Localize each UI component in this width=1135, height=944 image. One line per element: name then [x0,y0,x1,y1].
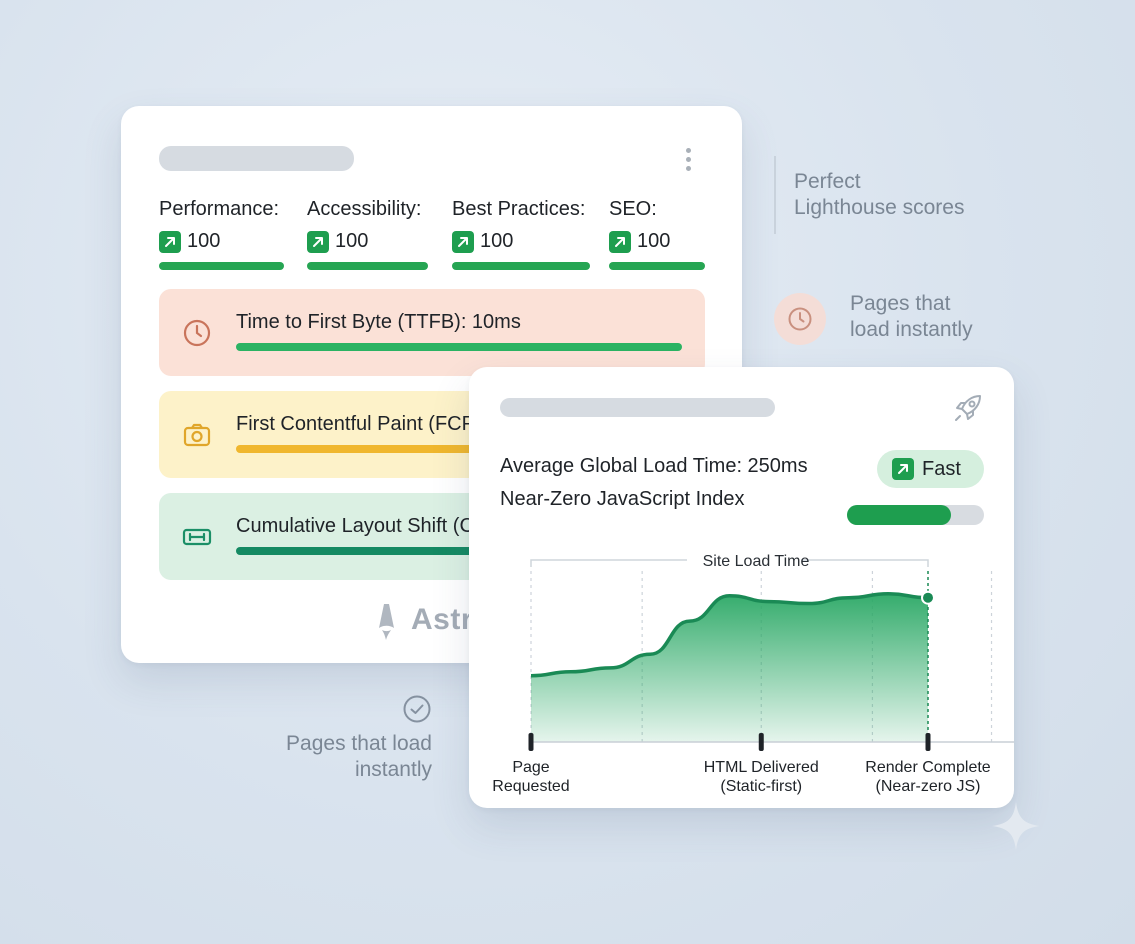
trend-up-icon [159,230,181,253]
js-index: Near-Zero JavaScript Index [500,488,745,510]
site-load-chart: Site Load Time Page Requested HTML Delivere… [492,553,1014,795]
end-point [921,590,935,605]
score-value: 100 [335,230,369,252]
caption-line: Lighthouse scores [794,196,965,219]
score-label: Accessibility: [307,198,422,220]
milestone-tick [528,733,534,751]
instant-caption-right: Pages that load instantly [850,291,973,343]
milestone-label: HTML Delivered [704,759,819,776]
trend-up-icon [307,230,329,253]
milestone-tick [925,733,931,751]
milestone-label: Render Complete [865,759,991,776]
score-bar [159,262,284,270]
sparkle-icon [992,802,1040,850]
score-label: Best Practices: [452,198,586,220]
metric-label: Time to First Byte (TTFB): 10ms [236,311,521,333]
trend-up-icon [609,230,631,253]
camera-icon [183,423,211,447]
score-bar [609,262,705,270]
speed-bar-fill [847,505,952,525]
check-circle-icon [403,695,431,723]
score-bar [452,262,590,270]
caption-line: Perfect [794,170,861,193]
metric-ttfb: Time to First Byte (TTFB): 10ms [159,289,705,376]
instant-caption-left: Pages that load instantly [230,731,432,783]
score-value: 100 [187,230,221,252]
lighthouse-caption: Perfect Lighthouse scores [794,169,964,221]
divider-line [774,156,776,234]
astro-rocket-icon [379,604,394,640]
trend-up-icon [892,458,914,480]
score-label: SEO: [609,198,657,220]
milestone-tick [758,733,764,751]
caption-line: Pages that load [286,732,432,755]
milestone-sublabel: (Near-zero JS) [876,778,981,795]
score-best-practices: Best Practices: 100 [452,198,590,270]
more-options-icon[interactable] [684,148,692,176]
clock-badge [774,293,826,345]
score-seo: SEO: 100 [609,198,705,270]
score-bar [307,262,428,270]
load-time-card: Average Global Load Time: 250ms Near-Zer… [469,367,1014,808]
title-placeholder [500,398,775,417]
milestone-sublabel: Requested [492,778,569,795]
width-icon [182,528,212,546]
clock-icon [183,319,211,347]
caption-line: Pages that [850,292,951,315]
score-accessibility: Accessibility: 100 [307,198,428,270]
milestone-label: Page [512,759,549,776]
caption-line: instantly [354,758,432,781]
fast-badge: Fast [877,450,984,488]
speed-bar [847,505,984,525]
score-value: 100 [480,230,514,252]
milestone-sublabel: (Static-first) [720,778,802,795]
title-placeholder [159,146,354,171]
chart-title: Site Load Time [703,553,810,570]
score-value: 100 [637,230,671,252]
caption-line: load instantly [850,318,973,341]
rocket-icon [955,395,981,421]
score-performance: Performance: 100 [159,198,284,270]
trend-up-icon [452,230,474,253]
score-label: Performance: [159,198,280,220]
fast-label: Fast [922,457,961,480]
metric-bar [236,343,682,351]
load-area [531,593,928,742]
clock-icon [788,307,812,331]
avg-load-time: Average Global Load Time: 250ms [500,455,808,477]
